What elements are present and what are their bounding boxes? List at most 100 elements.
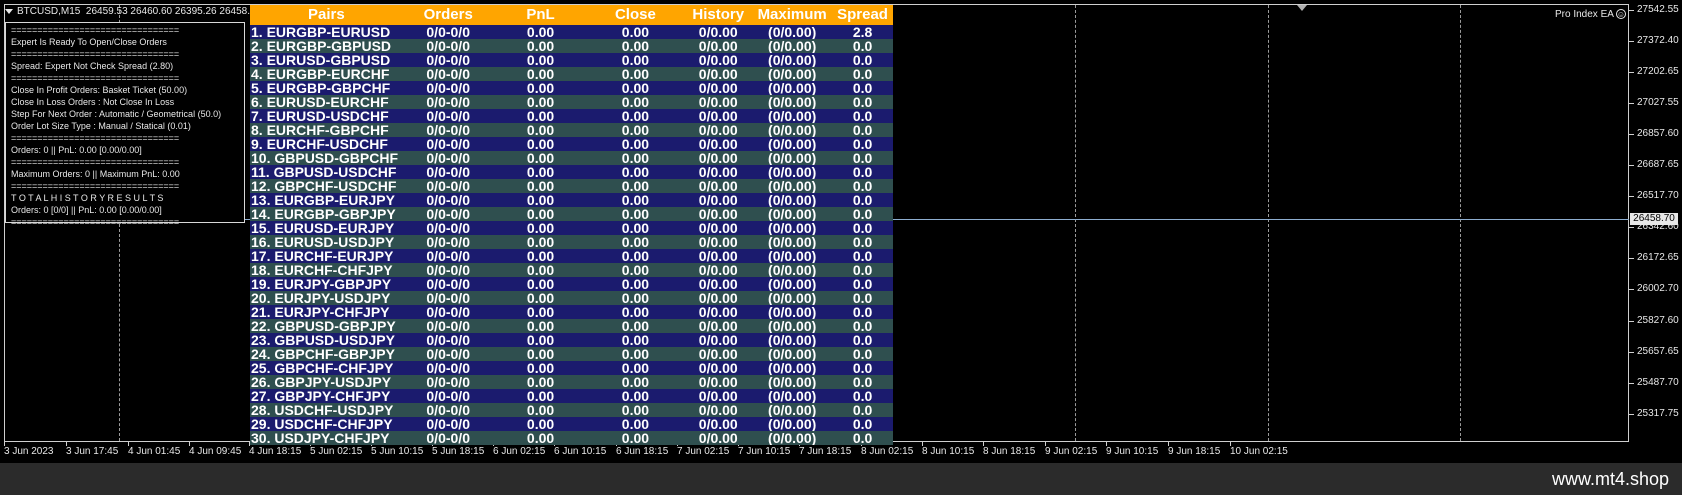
spread-cell: 0.0	[852, 151, 873, 165]
time-axis[interactable]: 3 Jun 2023 3 Jun 17:45 4 Jun 01:45 4 Jun 09…	[0, 442, 1629, 462]
close-cell: 0.00	[621, 67, 650, 81]
time-label: 4 Jun 18:15	[249, 446, 302, 457]
orders-cell: 0/0-0/0	[426, 389, 470, 403]
dashboard-row: 5. EURGBP-GBPCHF 0/0-0/0 0.00 0.00 0/0.00 (0/…	[250, 81, 893, 95]
dashboard-row: 2. EURGBP-GBPUSD 0/0-0/0 0.00 0.00 0/0.00 (0/…	[250, 39, 893, 53]
pair-cell: 29. USDCHF-CHFJPY	[251, 417, 393, 431]
info-line: Order Lot Size Type : Manual / Statical …	[11, 121, 191, 131]
dashboard-row: 3. EURUSD-GBPUSD 0/0-0/0 0.00 0.00 0/0.00 (0/…	[250, 53, 893, 67]
time-label: 8 Jun 18:15	[983, 446, 1036, 457]
history-cell: 0/0.00	[698, 347, 738, 361]
header-close: Close	[614, 6, 656, 23]
maximum-cell: (0/0.00)	[768, 123, 817, 137]
pair-cell: 15. EURUSD-EURJPY	[251, 221, 395, 235]
pair-cell: 14. EURGBP-GBPJPY	[251, 207, 396, 221]
pnl-cell: 0.00	[526, 67, 555, 81]
info-line: Expert Is Ready To Open/Close Orders	[11, 37, 167, 47]
dashboard-row: 16. EURUSD-USDJPY 0/0-0/0 0.00 0.00 0/0.00 (0…	[250, 235, 893, 249]
info-panel: ================================ Expert I…	[5, 22, 245, 227]
info-line: Close In Loss Orders : Not Close In Loss	[11, 97, 175, 107]
time-label: 8 Jun 10:15	[922, 446, 975, 457]
history-cell: 0/0.00	[698, 417, 738, 431]
orders-cell: 0/0-0/0	[426, 361, 470, 375]
orders-cell: 0/0-0/0	[426, 165, 470, 179]
dashboard-row: 30. USDJPY-CHFJPY 0/0-0/0 0.00 0.00 0/0.00 (0…	[250, 431, 893, 445]
pnl-cell: 0.00	[526, 109, 555, 123]
pair-cell: 16. EURUSD-USDJPY	[251, 235, 395, 249]
chart-shift-marker-icon[interactable]	[1297, 5, 1307, 11]
orders-cell: 0/0-0/0	[426, 249, 470, 263]
close-cell: 0.00	[621, 25, 650, 39]
maximum-cell: (0/0.00)	[768, 249, 817, 263]
time-label: 6 Jun 18:15	[616, 446, 669, 457]
smiley-icon[interactable]: ☺	[1615, 9, 1626, 20]
dashboard-row: 10. GBPUSD-GBPCHF 0/0-0/0 0.00 0.00 0/0.00 (0…	[250, 151, 893, 165]
pair-cell: 30. USDJPY-CHFJPY	[251, 431, 390, 445]
price-tick	[1629, 72, 1634, 74]
history-cell: 0/0.00	[698, 361, 738, 375]
close-cell: 0.00	[621, 361, 650, 375]
time-label: 5 Jun 18:15	[432, 446, 485, 457]
history-cell: 0/0.00	[698, 123, 738, 137]
close-cell: 0.00	[621, 235, 650, 249]
orders-cell: 0/0-0/0	[426, 179, 470, 193]
dashboard-row: 29. USDCHF-CHFJPY 0/0-0/0 0.00 0.00 0/0.00 (0…	[250, 417, 893, 431]
price-label: 25827.60	[1637, 314, 1679, 326]
maximum-cell: (0/0.00)	[768, 333, 817, 347]
pair-cell: 10. GBPUSD-GBPCHF	[251, 151, 399, 165]
dashboard-row: 4. EURGBP-EURCHF 0/0-0/0 0.00 0.00 0/0.00 (0/…	[250, 67, 893, 81]
price-tick	[1629, 320, 1634, 322]
close-cell: 0.00	[621, 81, 650, 95]
price-tick	[1629, 351, 1634, 353]
close-cell: 0.00	[621, 375, 650, 389]
close-cell: 0.00	[621, 291, 650, 305]
collapse-triangle-icon[interactable]	[5, 8, 13, 14]
pnl-cell: 0.00	[526, 417, 555, 431]
header-spread: Spread	[837, 6, 888, 23]
time-label: 4 Jun 01:45	[128, 446, 181, 457]
spread-cell: 0.0	[852, 67, 873, 81]
spread-cell: 0.0	[852, 193, 873, 207]
history-cell: 0/0.00	[698, 375, 738, 389]
price-label: 27202.65	[1637, 66, 1679, 78]
dashboard-row: 25. GBPCHF-CHFJPY 0/0-0/0 0.00 0.00 0/0.00 (0…	[250, 361, 893, 375]
pair-cell: 22. GBPUSD-GBPJPY	[251, 319, 396, 333]
chart-window[interactable]: 27542.55 27372.40 27202.65 27027.55 26857.60…	[0, 0, 1682, 463]
dashboard-row: 15. EURUSD-EURJPY 0/0-0/0 0.00 0.00 0/0.00 (0…	[250, 221, 893, 235]
maximum-cell: (0/0.00)	[768, 165, 817, 179]
maximum-cell: (0/0.00)	[768, 319, 817, 333]
close-cell: 0.00	[621, 263, 650, 277]
history-cell: 0/0.00	[698, 235, 738, 249]
orders-cell: 0/0-0/0	[426, 109, 470, 123]
spread-cell: 0.0	[852, 123, 873, 137]
close-cell: 0.00	[621, 333, 650, 347]
history-cell: 0/0.00	[698, 305, 738, 319]
header-orders: Orders	[423, 6, 473, 23]
close-cell: 0.00	[621, 95, 650, 109]
close-cell: 0.00	[621, 347, 650, 361]
time-label: 3 Jun 17:45	[66, 446, 119, 457]
info-line: Step For Next Order : Automatic / Geomet…	[11, 109, 222, 119]
spread-cell: 0.0	[852, 165, 873, 179]
dashboard-row: 12. GBPCHF-USDCHF 0/0-0/0 0.00 0.00 0/0.00 (0…	[250, 179, 893, 193]
dashboard-row: 20. EURJPY-USDJPY 0/0-0/0 0.00 0.00 0/0.00 (0…	[250, 291, 893, 305]
spread-cell: 0.0	[852, 277, 873, 291]
orders-cell: 0/0-0/0	[426, 39, 470, 53]
pnl-cell: 0.00	[526, 375, 555, 389]
pnl-cell: 0.00	[526, 249, 555, 263]
maximum-cell: (0/0.00)	[768, 151, 817, 165]
maximum-cell: (0/0.00)	[768, 375, 817, 389]
maximum-cell: (0/0.00)	[768, 67, 817, 81]
pnl-cell: 0.00	[526, 151, 555, 165]
orders-cell: 0/0-0/0	[426, 305, 470, 319]
spread-cell: 0.0	[852, 39, 873, 53]
history-cell: 0/0.00	[698, 403, 738, 417]
pair-cell: 21. EURJPY-CHFJPY	[251, 305, 390, 319]
history-cell: 0/0.00	[698, 277, 738, 291]
price-tick	[1629, 382, 1634, 384]
spread-cell: 0.0	[852, 333, 873, 347]
maximum-cell: (0/0.00)	[768, 291, 817, 305]
spread-cell: 2.8	[852, 25, 873, 39]
maximum-cell: (0/0.00)	[768, 221, 817, 235]
orders-cell: 0/0-0/0	[426, 221, 470, 235]
